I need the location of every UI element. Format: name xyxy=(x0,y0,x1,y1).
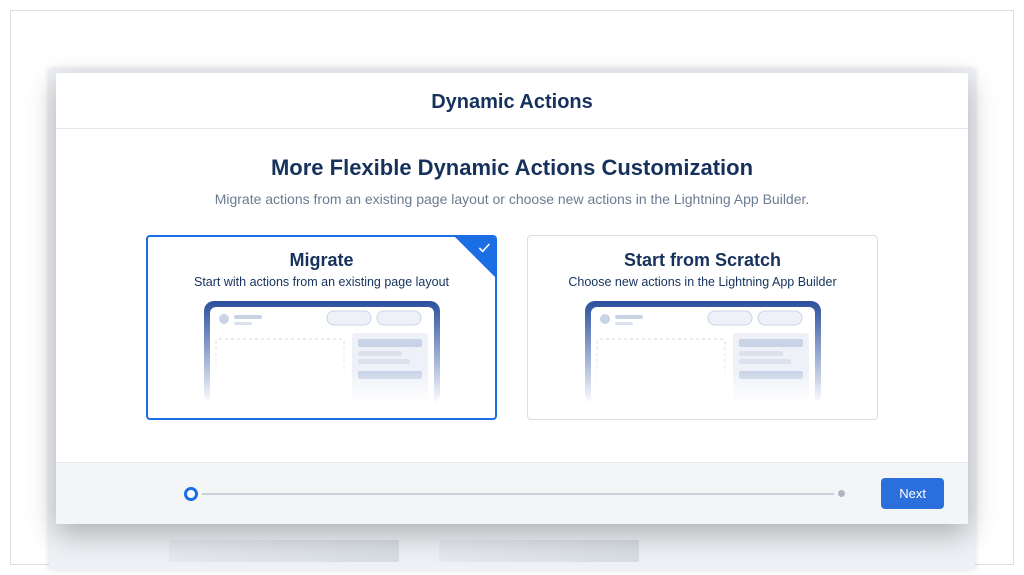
option-illustration xyxy=(583,299,823,404)
progress-indicator xyxy=(80,487,863,501)
backdrop-strip xyxy=(439,540,639,562)
option-cards: Migrate Start with actions from an exist… xyxy=(86,235,938,420)
modal-subtitle: More Flexible Dynamic Actions Customizat… xyxy=(86,155,938,181)
option-illustration xyxy=(202,299,442,404)
progress-line xyxy=(202,493,835,495)
option-title: Migrate xyxy=(289,250,353,271)
progress-step-current xyxy=(184,487,198,501)
backdrop-strip xyxy=(169,540,399,562)
modal-body: More Flexible Dynamic Actions Customizat… xyxy=(56,129,968,462)
modal-description: Migrate actions from an existing page la… xyxy=(86,191,938,207)
modal-title: Dynamic Actions xyxy=(56,91,968,114)
option-card-scratch[interactable]: Start from Scratch Choose new actions in… xyxy=(527,235,878,420)
option-description: Choose new actions in the Lightning App … xyxy=(568,275,836,289)
modal-footer: Next xyxy=(56,462,968,524)
option-title: Start from Scratch xyxy=(624,250,781,271)
option-description: Start with actions from an existing page… xyxy=(194,275,449,289)
progress-step-upcoming xyxy=(838,490,845,497)
dynamic-actions-modal: Dynamic Actions More Flexible Dynamic Ac… xyxy=(56,73,968,524)
option-card-migrate[interactable]: Migrate Start with actions from an exist… xyxy=(146,235,497,420)
modal-header: Dynamic Actions xyxy=(56,73,968,129)
next-button[interactable]: Next xyxy=(881,478,944,509)
selected-check-icon xyxy=(455,237,495,277)
